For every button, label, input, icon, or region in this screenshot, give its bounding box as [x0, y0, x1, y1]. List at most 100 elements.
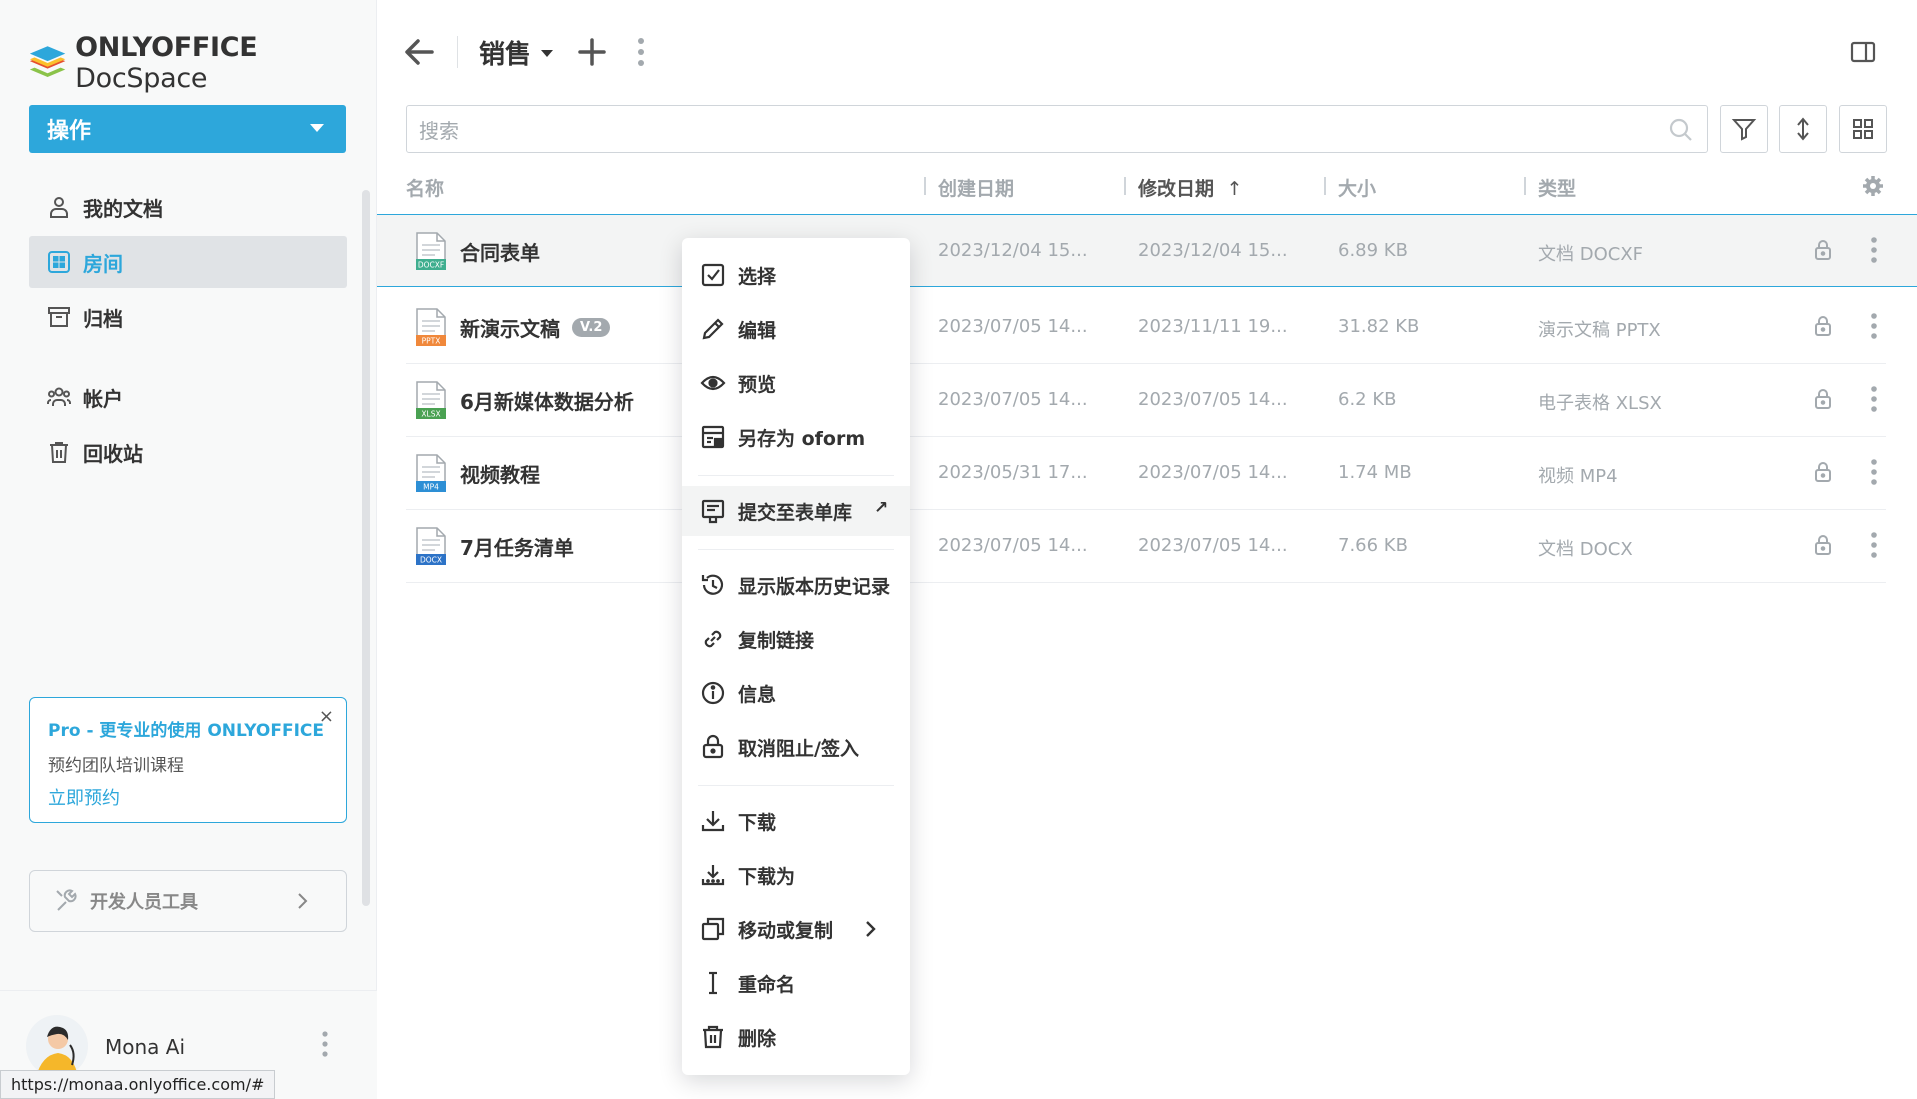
menu-item-label: 提交至表单库 — [738, 501, 853, 524]
file-row[interactable]: DOCXF 合同表单 2023/12/04 15... 2023/12/04 15..… — [377, 214, 1917, 287]
sort-ascending-icon: ↑ — [1226, 178, 1243, 200]
menu-item-label: 选择 — [738, 265, 777, 288]
menu-item-label: 显示版本历史记录 — [738, 575, 891, 598]
modified-date: 2023/07/05 14... — [1138, 535, 1288, 556]
view-toggle-button[interactable] — [1839, 105, 1887, 153]
file-name[interactable]: 7月任务清单 — [460, 532, 574, 561]
pencil-icon — [702, 318, 724, 340]
column-resize-handle[interactable] — [924, 177, 926, 195]
menu-item-rename[interactable]: 重命名 — [682, 958, 910, 1008]
file-name[interactable]: 6月新媒体数据分析 — [460, 386, 634, 415]
menu-item-label: 信息 — [738, 683, 777, 706]
file-row[interactable]: XLSX 6月新媒体数据分析 2023/07/05 14... 2023/07/05 … — [377, 364, 1917, 437]
lock-icon[interactable] — [1813, 239, 1833, 261]
lock-icon[interactable] — [1813, 315, 1833, 337]
sidebar-item-my-documents[interactable]: 我的文档 — [29, 181, 347, 233]
column-header-name[interactable]: 名称 — [406, 174, 444, 201]
column-header-modified[interactable]: 修改日期 ↑ — [1138, 174, 1243, 201]
menu-item-version-history[interactable]: 显示版本历史记录 — [682, 560, 910, 610]
user-name[interactable]: Mona Ai — [105, 1035, 185, 1059]
more-vertical-icon[interactable] — [636, 36, 646, 68]
menu-item-download-as[interactable]: 下载为 — [682, 850, 910, 900]
menu-item-delete[interactable]: 删除 — [682, 1012, 910, 1062]
file-row[interactable]: PPTX 新演示文稿 V.2 2023/07/05 14... 2023/11/11 1… — [377, 291, 1917, 364]
caret-down-icon — [310, 124, 324, 132]
menu-item-move-or-copy[interactable]: 移动或复制 — [682, 904, 910, 954]
logo[interactable]: ONLYOFFICE DocSpace — [28, 32, 376, 94]
file-row[interactable]: DOCX 7月任务清单 2023/07/05 14... 2023/07/05 14.… — [377, 510, 1917, 583]
more-vertical-icon[interactable] — [320, 1029, 330, 1059]
lock-icon[interactable] — [1813, 461, 1833, 483]
gear-icon[interactable] — [1862, 175, 1884, 197]
sidebar-item-archive[interactable]: 归档 — [29, 291, 347, 343]
more-vertical-icon[interactable] — [1869, 235, 1879, 265]
more-vertical-icon[interactable] — [1869, 457, 1879, 487]
file-name[interactable]: 新演示文稿 V.2 — [460, 313, 611, 342]
developer-tools-button[interactable]: 开发人员工具 — [29, 870, 347, 932]
svg-text:DOCXF: DOCXF — [418, 261, 444, 270]
version-badge[interactable]: V.2 — [572, 318, 611, 337]
close-icon[interactable]: × — [319, 706, 334, 727]
info-panel-icon[interactable] — [1850, 40, 1876, 64]
menu-item-submit-to-form-gallery[interactable]: 提交至表单库 ↗ — [682, 486, 910, 536]
link-icon — [704, 630, 722, 648]
menu-item-unblock-checkin[interactable]: 取消阻止/签入 — [682, 722, 910, 772]
promo-link[interactable]: 立即预约 — [48, 784, 328, 810]
sidebar-scrollbar[interactable] — [362, 190, 370, 906]
plus-icon[interactable] — [578, 38, 606, 66]
avatar-illustration-icon — [26, 1015, 88, 1077]
filter-button[interactable] — [1720, 105, 1768, 153]
sidebar-item-label: 回收站 — [83, 441, 143, 466]
menu-separator — [698, 475, 894, 476]
menu-item-label: 下载为 — [738, 865, 796, 888]
menu-item-info[interactable]: 信息 — [682, 668, 910, 718]
grid-view-icon — [1853, 119, 1873, 139]
column-resize-handle[interactable] — [1124, 177, 1126, 195]
menu-item-edit[interactable]: 编辑 — [682, 304, 910, 354]
file-size: 31.82 KB — [1338, 316, 1420, 337]
more-vertical-icon[interactable] — [1869, 530, 1879, 560]
search-input[interactable]: 搜索 — [406, 105, 1708, 153]
menu-item-copy-link[interactable]: 复制链接 — [682, 614, 910, 664]
checkbox-icon — [701, 263, 725, 287]
column-header-size[interactable]: 大小 — [1338, 174, 1376, 201]
room-title[interactable]: 销售 — [479, 34, 531, 71]
menu-item-download[interactable]: 下载 — [682, 796, 910, 846]
promo-banner: Pro - 更专业的使用 ONLYOFFICE 预约团队培训课程 立即预约 × — [29, 697, 347, 823]
file-type: 文档 DOCXF — [1538, 244, 1644, 265]
avatar[interactable] — [26, 1015, 88, 1077]
column-resize-handle[interactable] — [1324, 177, 1326, 195]
more-vertical-icon[interactable] — [1869, 311, 1879, 341]
menu-item-save-as-oform[interactable]: 另存为 oform — [682, 412, 910, 462]
modified-date: 2023/07/05 14... — [1138, 389, 1288, 410]
file-name[interactable]: 视频教程 — [460, 459, 540, 488]
filter-icon — [1731, 119, 1757, 141]
menu-item-label: 编辑 — [738, 319, 777, 342]
column-header-created[interactable]: 创建日期 — [938, 174, 1014, 201]
caret-down-icon[interactable] — [541, 50, 553, 57]
menu-separator — [698, 549, 894, 550]
search-placeholder: 搜索 — [419, 118, 459, 143]
sidebar-item-accounts[interactable]: 帐户 — [29, 371, 347, 423]
search-icon[interactable] — [1669, 118, 1693, 142]
download-icon — [701, 811, 725, 832]
column-resize-handle[interactable] — [1524, 177, 1526, 195]
sidebar-item-rooms[interactable]: 房间 — [29, 236, 347, 288]
menu-item-preview[interactable]: 预览 — [682, 358, 910, 408]
submit-form-icon — [701, 499, 725, 524]
more-vertical-icon[interactable] — [1869, 384, 1879, 414]
actions-button[interactable]: 操作 — [29, 105, 346, 153]
menu-item-label: 下载 — [738, 811, 777, 834]
menu-item-label: 复制链接 — [738, 629, 815, 652]
sort-button[interactable] — [1779, 105, 1827, 153]
lock-icon[interactable] — [1813, 534, 1833, 556]
sidebar-item-trash[interactable]: 回收站 — [29, 426, 347, 478]
file-row[interactable]: MP4 视频教程 2023/05/31 17... 2023/07/05 14... 1… — [377, 437, 1917, 510]
menu-item-select[interactable]: 选择 — [682, 250, 910, 300]
sidebar-item-label: 我的文档 — [83, 196, 163, 221]
arrow-back-icon[interactable] — [404, 37, 436, 67]
person-icon — [50, 197, 68, 218]
file-name[interactable]: 合同表单 — [460, 237, 540, 266]
column-header-type[interactable]: 类型 — [1538, 174, 1576, 201]
lock-icon[interactable] — [1813, 388, 1833, 410]
